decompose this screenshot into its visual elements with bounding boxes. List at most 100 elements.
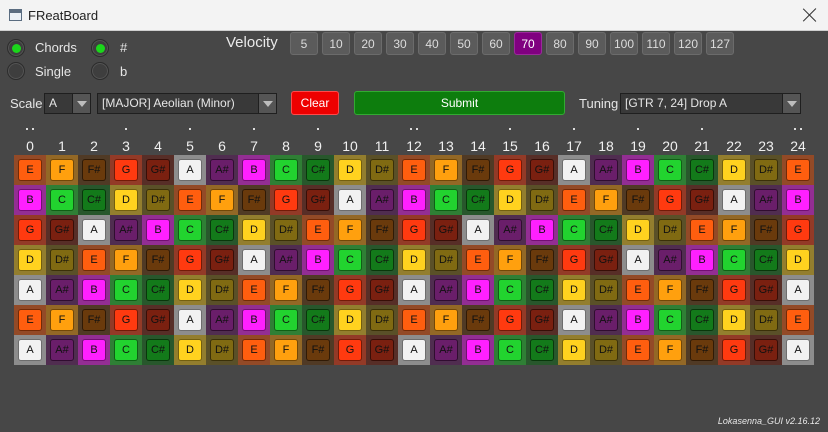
- note-button[interactable]: A#: [370, 189, 394, 211]
- note-button[interactable]: F#: [466, 159, 490, 181]
- fret-cell[interactable]: D: [558, 275, 590, 305]
- note-button[interactable]: B: [690, 249, 714, 271]
- fret-cell[interactable]: D: [174, 275, 206, 305]
- sharp-radio[interactable]: [91, 39, 109, 57]
- note-button[interactable]: G: [562, 249, 586, 271]
- note-button[interactable]: G: [722, 339, 746, 361]
- fret-cell[interactable]: G: [334, 275, 366, 305]
- fret-cell[interactable]: E: [398, 305, 430, 335]
- note-button[interactable]: G#: [754, 339, 778, 361]
- note-button[interactable]: A: [178, 309, 202, 331]
- note-button[interactable]: F: [658, 339, 682, 361]
- note-button[interactable]: C#: [306, 159, 330, 181]
- fret-cell[interactable]: E: [782, 155, 814, 185]
- fret-cell[interactable]: D#: [750, 155, 782, 185]
- fret-cell[interactable]: D: [494, 185, 526, 215]
- fret-cell[interactable]: E: [558, 185, 590, 215]
- note-button[interactable]: G: [338, 339, 362, 361]
- fret-cell[interactable]: G: [110, 305, 142, 335]
- note-button[interactable]: D#: [210, 279, 234, 301]
- note-button[interactable]: B: [466, 279, 490, 301]
- fret-cell[interactable]: A#: [430, 335, 462, 365]
- note-button[interactable]: D: [786, 249, 810, 271]
- velocity-button[interactable]: 50: [450, 32, 478, 55]
- note-button[interactable]: D#: [370, 309, 394, 331]
- note-button[interactable]: C#: [210, 219, 234, 241]
- note-button[interactable]: C#: [146, 339, 170, 361]
- fret-cell[interactable]: D#: [366, 155, 398, 185]
- fret-cell[interactable]: D#: [430, 245, 462, 275]
- fret-cell[interactable]: G: [14, 215, 46, 245]
- note-button[interactable]: A#: [114, 219, 138, 241]
- note-button[interactable]: G#: [210, 249, 234, 271]
- note-button[interactable]: A#: [210, 309, 234, 331]
- note-button[interactable]: F#: [370, 219, 394, 241]
- fret-cell[interactable]: E: [78, 245, 110, 275]
- note-button[interactable]: B: [146, 219, 170, 241]
- fret-cell[interactable]: A#: [206, 305, 238, 335]
- note-button[interactable]: E: [18, 309, 42, 331]
- note-button[interactable]: F#: [466, 309, 490, 331]
- note-button[interactable]: G#: [146, 159, 170, 181]
- fret-cell[interactable]: B: [462, 275, 494, 305]
- velocity-button[interactable]: 80: [546, 32, 574, 55]
- note-button[interactable]: G#: [146, 309, 170, 331]
- fret-cell[interactable]: D#: [526, 185, 558, 215]
- fret-cell[interactable]: B: [782, 185, 814, 215]
- note-button[interactable]: G#: [306, 189, 330, 211]
- note-button[interactable]: C#: [754, 249, 778, 271]
- note-button[interactable]: G#: [594, 249, 618, 271]
- fret-cell[interactable]: G#: [750, 275, 782, 305]
- note-button[interactable]: G: [114, 309, 138, 331]
- note-button[interactable]: A: [466, 219, 490, 241]
- fret-cell[interactable]: C: [494, 275, 526, 305]
- note-button[interactable]: G: [18, 219, 42, 241]
- clear-button[interactable]: Clear: [291, 91, 339, 115]
- fret-cell[interactable]: G: [718, 275, 750, 305]
- fret-cell[interactable]: D#: [206, 335, 238, 365]
- note-button[interactable]: G#: [434, 219, 458, 241]
- fret-cell[interactable]: B: [238, 305, 270, 335]
- velocity-button[interactable]: 70: [514, 32, 542, 55]
- fret-cell[interactable]: C#: [142, 335, 174, 365]
- note-button[interactable]: D: [178, 279, 202, 301]
- note-button[interactable]: A: [786, 279, 810, 301]
- note-button[interactable]: A: [18, 279, 42, 301]
- note-button[interactable]: E: [786, 159, 810, 181]
- note-button[interactable]: D#: [146, 189, 170, 211]
- note-button[interactable]: A: [18, 339, 42, 361]
- fret-cell[interactable]: C#: [142, 275, 174, 305]
- velocity-button[interactable]: 127: [706, 32, 734, 55]
- note-button[interactable]: A#: [434, 279, 458, 301]
- fret-cell[interactable]: G#: [46, 215, 78, 245]
- fret-cell[interactable]: C: [270, 305, 302, 335]
- note-button[interactable]: D: [178, 339, 202, 361]
- fret-cell[interactable]: A: [174, 155, 206, 185]
- fret-cell[interactable]: D#: [750, 305, 782, 335]
- fret-cell[interactable]: A: [398, 335, 430, 365]
- fret-cell[interactable]: A: [558, 305, 590, 335]
- velocity-button[interactable]: 110: [642, 32, 670, 55]
- note-button[interactable]: C#: [690, 309, 714, 331]
- note-button[interactable]: B: [402, 189, 426, 211]
- note-button[interactable]: B: [530, 219, 554, 241]
- velocity-button[interactable]: 60: [482, 32, 510, 55]
- fret-cell[interactable]: C: [654, 305, 686, 335]
- fret-cell[interactable]: E: [686, 215, 718, 245]
- note-button[interactable]: C: [178, 219, 202, 241]
- fret-cell[interactable]: C: [718, 245, 750, 275]
- fret-cell[interactable]: C#: [590, 215, 622, 245]
- fret-cell[interactable]: D#: [206, 275, 238, 305]
- fret-cell[interactable]: C#: [750, 245, 782, 275]
- fret-cell[interactable]: F#: [622, 185, 654, 215]
- fret-cell[interactable]: D: [238, 215, 270, 245]
- fret-cell[interactable]: B: [622, 155, 654, 185]
- note-button[interactable]: G: [498, 159, 522, 181]
- note-button[interactable]: D#: [370, 159, 394, 181]
- note-button[interactable]: D: [114, 189, 138, 211]
- fret-cell[interactable]: F: [206, 185, 238, 215]
- note-button[interactable]: F#: [690, 279, 714, 301]
- velocity-button[interactable]: 5: [290, 32, 318, 55]
- note-button[interactable]: D#: [658, 219, 682, 241]
- fret-cell[interactable]: A: [334, 185, 366, 215]
